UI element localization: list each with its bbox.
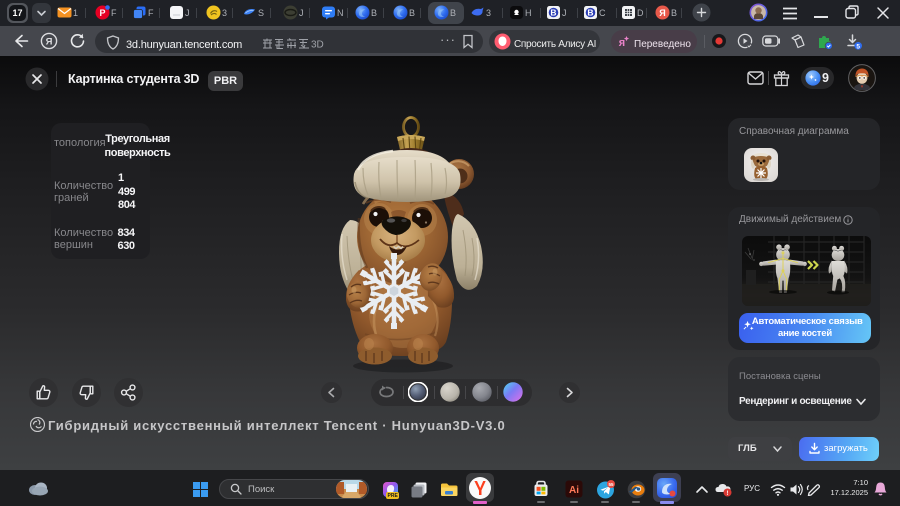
svg-text:!: ! xyxy=(727,491,729,497)
svg-text:3D: 3D xyxy=(311,40,324,51)
svg-text:5: 5 xyxy=(856,43,860,50)
svg-text:Я: Я xyxy=(46,37,53,48)
svg-text:P: P xyxy=(99,8,105,18)
svg-text:B: B xyxy=(550,8,556,18)
svg-text:Я: Я xyxy=(659,8,665,18)
svg-text:я: я xyxy=(619,37,625,49)
svg-text:B: B xyxy=(587,8,593,18)
svg-text:55: 55 xyxy=(608,481,614,486)
svg-text:Ai: Ai xyxy=(569,485,579,496)
